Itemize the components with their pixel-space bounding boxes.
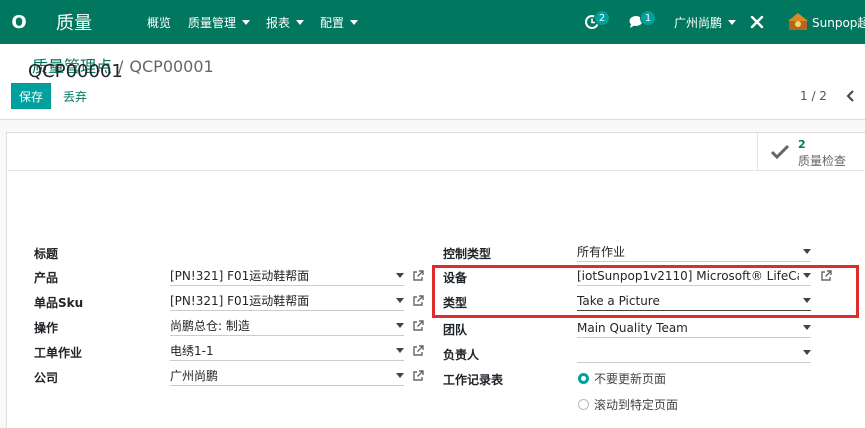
company-dropdown-icon[interactable] <box>396 373 404 378</box>
responsible-label: 负责人 <box>443 348 480 362</box>
sku-dropdown-icon[interactable] <box>396 298 404 303</box>
worksheet-option-no-update-label[interactable]: 不要更新页面 <box>594 370 666 387</box>
message-count-badge: 1 <box>640 10 656 26</box>
discard-button[interactable]: 丢弃 <box>63 83 87 109</box>
pager-previous-icon[interactable] <box>845 88 857 104</box>
debug-tools-icon[interactable] <box>750 0 764 44</box>
control-type-dropdown-icon[interactable] <box>803 249 811 254</box>
team-dropdown-icon[interactable] <box>803 325 811 330</box>
operation-dropdown-icon[interactable] <box>396 323 404 328</box>
pager-value[interactable]: 1 / 2 <box>800 89 827 103</box>
sku-field[interactable]: [PN!321] F01运动鞋帮面 <box>170 291 404 311</box>
top-navbar: O 质量 概览 质量管理 报表 配置 2 1 广州尚鹏 Sunpop超 <box>0 0 865 44</box>
operation-value: 尚鹏总仓: 制造 <box>170 319 250 333</box>
control-type-value: 所有作业 <box>577 245 626 259</box>
product-field[interactable]: [PN!321] F01运动鞋帮面 <box>170 266 404 286</box>
menu-configuration-label: 配置 <box>320 15 345 30</box>
company-switcher[interactable]: 广州尚鹏 <box>674 0 736 44</box>
team-value: Main Quality Team <box>577 320 688 335</box>
menu-configuration[interactable]: 配置 <box>320 0 358 44</box>
activity-count-badge: 2 <box>594 10 610 26</box>
work-order-operation-external-link-icon[interactable] <box>412 345 424 357</box>
company-value: 广州尚鹏 <box>170 369 219 383</box>
control-type-label: 控制类型 <box>443 247 492 261</box>
quality-checks-label: 质量检查 <box>798 154 847 168</box>
menu-overview[interactable]: 概览 <box>147 0 171 44</box>
quality-checks-count: 2 <box>798 138 806 151</box>
menu-quality-management-label: 质量管理 <box>188 15 237 30</box>
work-order-operation-dropdown-icon[interactable] <box>396 348 404 353</box>
check-icon <box>771 145 789 159</box>
user-name[interactable]: Sunpop超 <box>812 0 865 44</box>
product-dropdown-icon[interactable] <box>396 273 404 278</box>
app-name[interactable]: 质量 <box>56 0 92 44</box>
worksheet-option-no-update-radio[interactable] <box>578 373 589 384</box>
work-order-operation-value: 电绣1-1 <box>170 344 214 358</box>
company-field[interactable]: 广州尚鹏 <box>170 366 404 386</box>
product-value: [PN!321] F01运动鞋帮面 <box>170 269 310 283</box>
company-name: 广州尚鹏 <box>674 15 723 30</box>
company-label: 公司 <box>34 371 59 385</box>
operation-label: 操作 <box>34 321 59 335</box>
worksheet-label: 工作记录表 <box>443 373 504 387</box>
control-panel: 质量管理点 / QCP00001 保存 丢弃 1 / 2 <box>0 44 865 120</box>
product-external-link-icon[interactable] <box>412 270 424 282</box>
user-avatar[interactable] <box>788 12 808 32</box>
title-label: 标题 <box>34 247 59 261</box>
work-order-operation-label: 工单作业 <box>34 346 83 360</box>
team-label: 团队 <box>443 323 468 337</box>
sku-external-link-icon[interactable] <box>412 295 424 307</box>
quality-checks-smart-button[interactable]: 2 质量检查 <box>757 133 865 171</box>
operation-field[interactable]: 尚鹏总仓: 制造 <box>170 316 404 336</box>
responsible-dropdown-icon[interactable] <box>803 350 811 355</box>
control-type-field[interactable]: 所有作业 <box>577 242 811 262</box>
responsible-field[interactable] <box>577 343 811 363</box>
sku-value: [PN!321] F01运动鞋帮面 <box>170 294 310 308</box>
menu-reporting-label: 报表 <box>266 15 291 30</box>
team-field[interactable]: Main Quality Team <box>577 318 811 338</box>
product-label: 产品 <box>34 271 59 285</box>
menu-quality-management[interactable]: 质量管理 <box>188 0 250 44</box>
sku-label: 单品Sku <box>34 296 84 310</box>
button-box: 2 质量检查 <box>7 133 865 171</box>
worksheet-option-scroll-radio[interactable] <box>578 399 589 410</box>
worksheet-option-scroll-label[interactable]: 滚动到特定页面 <box>594 396 678 413</box>
menu-reporting[interactable]: 报表 <box>266 0 304 44</box>
save-button[interactable]: 保存 <box>11 83 51 109</box>
operation-external-link-icon[interactable] <box>412 320 424 332</box>
company-external-link-icon[interactable] <box>412 370 424 382</box>
apps-menu-icon[interactable]: O <box>8 0 30 44</box>
record-title: QCP00001 <box>28 61 123 82</box>
work-order-operation-field[interactable]: 电绣1-1 <box>170 341 404 361</box>
highlight-annotation-box <box>432 265 859 318</box>
breadcrumb-current: QCP00001 <box>129 57 214 76</box>
